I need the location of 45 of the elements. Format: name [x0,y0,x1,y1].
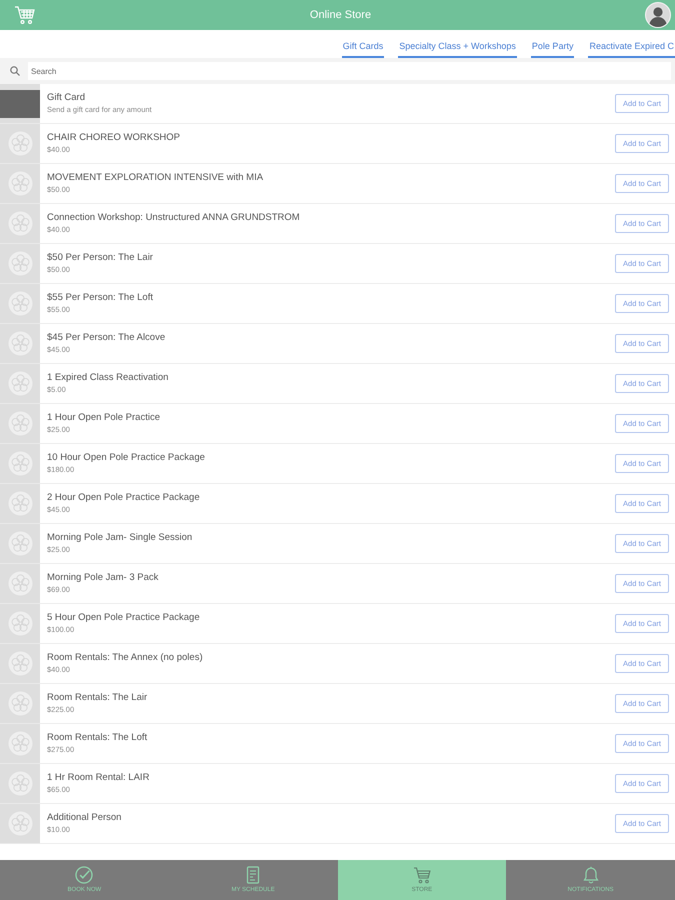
flower-icon [8,211,32,236]
product-name: Additional Person [47,812,122,824]
product-name: 2 Hour Open Pole Practice Package [47,492,201,504]
flower-icon [8,131,32,156]
product-name: $45 Per Person: The Alcove [47,332,166,344]
product-name: $50 Per Person: The Lair [47,252,154,264]
flower-icon [8,771,32,796]
flower-icon [8,331,32,356]
flower-icon [8,251,32,276]
bell-icon [582,866,600,884]
product-name: 1 Hr Room Rental: LAIR [47,772,150,784]
product-name: Gift Card [47,92,86,104]
product-name: 1 Expired Class Reactivation [47,372,170,384]
avatar-icon[interactable] [645,2,671,28]
flower-icon [8,291,32,316]
flower-icon [8,451,32,476]
search-field[interactable]: Search [28,62,671,80]
page-title: Online Store [310,8,372,23]
flower-icon [8,691,32,716]
flower-icon [8,811,32,836]
flower-icon [8,371,32,396]
flower-icon [8,491,32,516]
product-name: Room Rentals: The Annex (no poles) [47,652,204,664]
product-name: Room Rentals: The Lair [47,692,148,704]
product-name: Connection Workshop: Unstructured ANNA GRUNDSTROM [47,212,301,224]
product-name: CHAIR CHOREO WORKSHOP [47,132,182,144]
flower-icon [8,611,32,636]
flower-icon [8,531,32,556]
flower-icon [8,651,32,676]
product-name: MOVEMENT EXPLORATION INTENSIVE with MIA [47,172,264,184]
product-name: Room Rentals: The Loft [47,732,148,744]
flower-icon [8,171,32,196]
product-name: $55 Per Person: The Loft [47,292,154,304]
check-circle-icon [75,866,94,884]
cart-icon [412,866,431,884]
flower-icon [8,731,32,756]
product-name: Morning Pole Jam- 3 Pack [47,572,160,584]
product-name: 10 Hour Open Pole Practice Package [47,452,206,464]
photo-placeholder [0,90,40,118]
flower-icon [8,411,32,436]
product-name: 1 Hour Open Pole Practice [47,412,162,424]
flower-icon [8,571,32,596]
product-name: 5 Hour Open Pole Practice Package [47,612,201,624]
product-name: Morning Pole Jam- Single Session [47,532,194,544]
search-icon [10,66,20,76]
